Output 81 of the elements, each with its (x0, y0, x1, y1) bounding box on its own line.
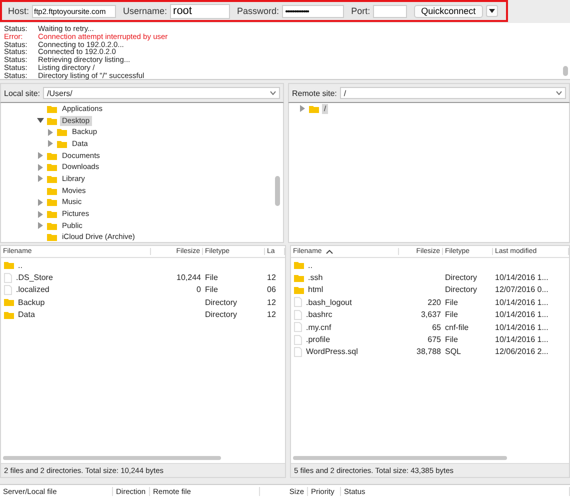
table-cell: 10/14/2016 1... (495, 273, 548, 282)
chevron-down-icon (270, 91, 276, 95)
file-name[interactable]: .my.cnf (306, 322, 332, 332)
quickconnect-button[interactable]: Quickconnect (414, 4, 483, 18)
file-icon (294, 334, 302, 345)
table-cell: Directory (445, 285, 478, 294)
collapsed-arrow-icon[interactable] (48, 128, 53, 136)
table-cell: 12/06/2016 2... (495, 347, 548, 356)
file-icon (4, 284, 12, 295)
sort-ascending-icon (326, 250, 333, 254)
table-cell: SQL (445, 347, 462, 356)
caret-icon (488, 9, 495, 13)
table-cell: 10,244 (176, 273, 201, 282)
password-field[interactable]: ••••••••••••• (282, 4, 344, 18)
file-icon (4, 272, 12, 283)
file-name[interactable]: .bashrc (306, 310, 332, 320)
table-cell: 220 (428, 298, 441, 307)
table-cell: 65 (432, 322, 441, 332)
collapsed-arrow-icon[interactable] (38, 152, 43, 160)
file-name[interactable]: WordPress.sql (306, 347, 358, 356)
file-name[interactable]: .. (18, 260, 22, 270)
file-name[interactable]: .profile (306, 335, 330, 344)
table-cell: 10/14/2016 1... (495, 310, 548, 320)
file-icon (294, 346, 302, 357)
table-cell: 12 (267, 273, 276, 282)
table-cell: File (445, 310, 458, 320)
host-label: Host: (8, 6, 30, 16)
collapsed-arrow-icon[interactable] (38, 164, 43, 171)
file-name[interactable]: .DS_Store (16, 273, 53, 282)
folder-icon (4, 261, 14, 270)
file-icon (294, 310, 302, 320)
collapsed-arrow-icon[interactable] (38, 175, 43, 182)
table-cell: 10/14/2016 1... (495, 298, 548, 307)
path-field[interactable]: / (340, 87, 566, 99)
table-cell: 38,788 (416, 347, 441, 356)
table-cell: 675 (428, 335, 441, 344)
site-label: Local site: (4, 88, 40, 98)
path-field[interactable]: /Users/ (43, 87, 280, 99)
table-cell: 12 (267, 298, 276, 307)
collapsed-arrow-icon[interactable] (38, 210, 43, 218)
table-cell: 12 (267, 310, 276, 320)
file-name[interactable]: .ssh (308, 273, 323, 282)
password-label: Password: (237, 6, 280, 16)
port-field[interactable] (373, 4, 408, 18)
table-cell: 10/14/2016 1... (495, 322, 548, 332)
file-icon (294, 322, 302, 332)
scrollbar-thumb[interactable] (563, 66, 568, 76)
site-label: Remote site: (292, 88, 337, 98)
file-icon (294, 297, 302, 308)
table-cell: cnf-file (445, 322, 469, 332)
scrollbar-thumb[interactable] (293, 456, 507, 460)
table-cell: 0 (196, 285, 201, 294)
table-cell: Directory (205, 298, 238, 307)
file-name[interactable]: html (308, 285, 324, 294)
collapsed-arrow-icon[interactable] (38, 198, 43, 206)
table-cell: 06 (267, 285, 276, 294)
collapsed-arrow-icon[interactable] (48, 140, 53, 148)
port-label: Port: (351, 6, 370, 16)
collapsed-arrow-icon[interactable] (38, 222, 43, 230)
table-cell: 3,637 (420, 310, 441, 320)
table-cell: 10/14/2016 1... (495, 335, 548, 344)
table-cell: File (205, 273, 218, 282)
username-label: Username: (123, 6, 168, 16)
chevron-down-icon (556, 91, 562, 95)
table-cell: File (445, 335, 458, 344)
table-cell: 12/07/2016 0... (495, 285, 548, 294)
username-field[interactable]: root (170, 4, 230, 18)
table-cell: File (205, 285, 218, 294)
file-name[interactable]: .localized (16, 285, 50, 294)
table-cell: Directory (205, 310, 238, 320)
collapsed-arrow-icon[interactable] (300, 105, 305, 112)
scrollbar-thumb[interactable] (3, 456, 222, 460)
dropdown-button[interactable] (486, 5, 498, 17)
file-name[interactable]: .bash_logout (306, 298, 352, 307)
scrollbar-thumb[interactable] (275, 176, 280, 206)
file-name[interactable]: Backup (18, 298, 45, 307)
file-name[interactable]: Data (18, 310, 35, 320)
file-name[interactable]: .. (308, 260, 312, 270)
expanded-arrow-icon[interactable] (37, 118, 44, 124)
table-cell: File (445, 298, 458, 307)
table-cell: Directory (445, 273, 478, 282)
